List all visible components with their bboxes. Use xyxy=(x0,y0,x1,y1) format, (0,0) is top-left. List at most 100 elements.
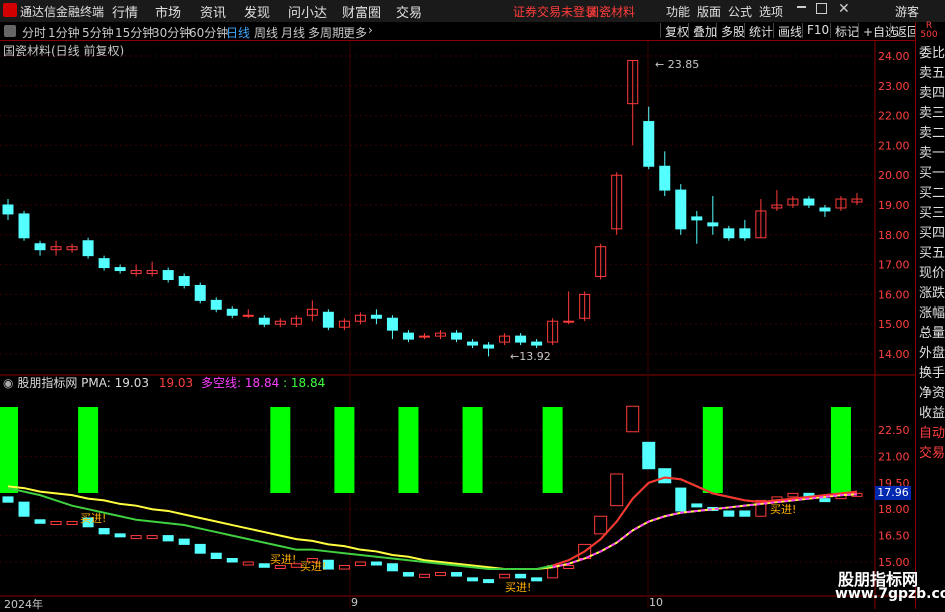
candle-body xyxy=(675,189,687,230)
period-monthly[interactable]: 月线 xyxy=(281,24,305,41)
candle-body xyxy=(515,335,527,343)
candle-body xyxy=(210,299,222,310)
price-tick: 18.00 xyxy=(878,229,910,242)
candle-body xyxy=(467,341,479,346)
candle-body xyxy=(242,314,254,317)
title-bar xyxy=(0,0,945,23)
quote-field-5: 卖一 xyxy=(919,146,945,161)
indicator-candle xyxy=(386,563,398,572)
date-label-sep: 9 xyxy=(351,596,358,609)
indicator-candle xyxy=(658,468,672,484)
indicator-tick: 21.00 xyxy=(878,450,910,463)
indicator-candle xyxy=(451,572,463,577)
period-5min[interactable]: 5分钟 xyxy=(82,24,114,41)
quote-field-20: 交易 xyxy=(919,446,945,461)
indicator-candle xyxy=(370,561,382,566)
candle-body xyxy=(803,198,815,206)
quote-field-19: 自动 xyxy=(919,426,945,441)
period-multi[interactable]: 多周期 xyxy=(308,24,344,41)
signal-bar xyxy=(702,407,723,493)
indicator-candle xyxy=(98,528,110,535)
period-more[interactable]: 更多 xyxy=(343,24,367,41)
minimize-icon[interactable] xyxy=(797,6,806,8)
buy-signal-label: 买进! xyxy=(505,581,531,594)
candle-body xyxy=(451,332,463,340)
candle-body xyxy=(82,240,94,257)
signal-bar xyxy=(462,407,483,493)
period-15min[interactable]: 15分钟 xyxy=(115,24,154,41)
menu-ask[interactable]: 问小达 xyxy=(288,2,327,21)
quote-field-12: 涨跌 xyxy=(919,286,945,301)
menu-guest[interactable]: 游客 xyxy=(895,3,919,20)
menu-wealth[interactable]: 财富圈 xyxy=(342,2,381,21)
candle-body xyxy=(418,335,430,338)
menu-news[interactable]: 资讯 xyxy=(200,2,226,21)
quote-field-3: 卖三 xyxy=(919,106,945,121)
market-badge: R 500 xyxy=(917,22,941,40)
candle-body xyxy=(162,270,174,280)
indicator-candle xyxy=(338,565,350,570)
price-tick: 24.00 xyxy=(878,50,910,63)
period-daily[interactable]: 日线 xyxy=(226,24,250,41)
buy-signal-label: 买进! xyxy=(80,512,106,525)
close-icon[interactable]: ✕ xyxy=(838,1,850,17)
menu-discover[interactable]: 发现 xyxy=(244,2,270,21)
indicator-candle xyxy=(626,405,640,433)
price-tick: 19.00 xyxy=(878,199,910,212)
period-timeshare[interactable]: 分时 xyxy=(22,24,46,41)
candle-body xyxy=(386,317,398,331)
chevron-right-icon[interactable]: › xyxy=(368,23,373,37)
maximize-icon[interactable] xyxy=(816,3,827,14)
indicator-candle xyxy=(739,510,751,517)
sidebar-toggle-icon[interactable] xyxy=(4,25,16,37)
indicator-candle xyxy=(418,573,430,578)
indicator-candle xyxy=(146,535,158,540)
indicator-candle xyxy=(787,492,799,498)
menu-function[interactable]: 功能 xyxy=(666,3,690,20)
menu-market[interactable]: 市场 xyxy=(155,2,181,21)
candle-body xyxy=(178,276,190,286)
indicator-candle xyxy=(162,535,174,542)
indicator-candle xyxy=(483,579,495,584)
quote-field-7: 买二 xyxy=(919,186,945,201)
period-60min[interactable]: 60分钟 xyxy=(189,24,228,41)
candle-body xyxy=(643,121,655,167)
candle-body xyxy=(402,332,414,340)
indicator-candle xyxy=(435,572,446,577)
badge-bottom: 500 xyxy=(920,30,938,40)
indicator-candle xyxy=(531,577,543,582)
quote-field-11: 现价 xyxy=(919,266,945,281)
quote-field-17: 净资 xyxy=(919,386,945,401)
period-30min[interactable]: 30分钟 xyxy=(152,24,191,41)
period-1min[interactable]: 1分钟 xyxy=(48,24,80,41)
candle-body xyxy=(2,204,14,215)
candle-body xyxy=(194,284,206,301)
kline-chart[interactable]: 24.00 23.00 22.00 21.00 20.00 19.00 18.00 17.00… xyxy=(0,41,915,609)
candle-body xyxy=(258,317,270,325)
quote-field-0: 委比 xyxy=(919,46,945,61)
indicator-tick: 22.50 xyxy=(878,424,910,437)
menu-quotes[interactable]: 行情 xyxy=(112,2,138,21)
indicator-tick: 18.00 xyxy=(878,503,910,516)
indicator-candle xyxy=(34,519,46,524)
indicator-candle xyxy=(467,577,479,582)
signal-bar xyxy=(334,407,355,493)
period-weekly[interactable]: 周线 xyxy=(254,24,278,41)
menu-layout[interactable]: 版面 xyxy=(697,3,721,20)
indicator-candle xyxy=(194,543,206,554)
indicator-candle xyxy=(402,572,414,577)
quote-field-1: 卖五 xyxy=(919,66,945,81)
buy-signal-label: 买进! xyxy=(300,560,326,573)
menu-trade[interactable]: 交易 xyxy=(396,2,422,21)
indicator-tick: 16.50 xyxy=(878,530,910,543)
quote-field-10: 买五 xyxy=(919,246,945,261)
menu-options[interactable]: 选项 xyxy=(759,3,783,20)
watermark-url: www.7gpzb.com xyxy=(835,586,945,602)
login-notice[interactable]: 证券交易未登录 xyxy=(513,3,597,20)
quote-field-list: 委比 卖五 卖四 卖三 卖二 卖一 买一 买二 买三 买四 买五 现价 涨跌 涨幅 总量 外盘 换手 净资 收益 自动… xyxy=(919,44,945,464)
menu-formula[interactable]: 公式 xyxy=(728,3,752,20)
price-tick: 23.00 xyxy=(878,80,910,93)
tb-f10[interactable]: F10 xyxy=(802,23,833,38)
quote-field-13: 涨幅 xyxy=(919,306,945,321)
candle-body xyxy=(18,213,30,239)
